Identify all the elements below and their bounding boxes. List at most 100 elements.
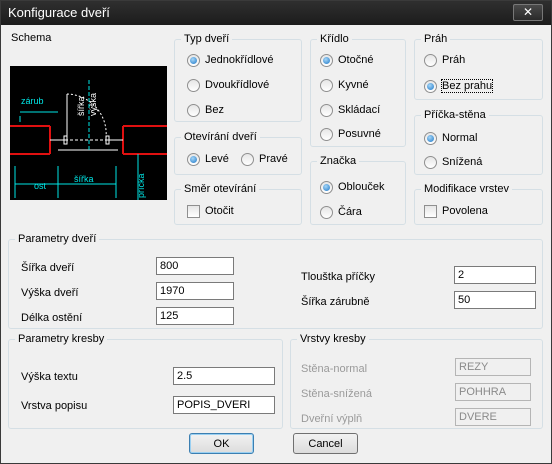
dim-zarub-text: zárub [21,96,44,106]
group-typ-dveri: Typ dveří Jednokřídlové Dvoukřídlové Bez [174,32,302,122]
option-label: Normal [442,132,478,144]
radio-bez-prahu[interactable]: Bez prahu [424,78,494,94]
radio-dvoukridlove[interactable]: Dvoukřídlové [187,77,269,93]
radio-indicator[interactable] [424,155,437,169]
input-stena-normal [455,358,531,376]
checkbox-indicator[interactable] [424,204,437,218]
label-vyska-dveri: Výška dveří [21,287,79,299]
group-title: Parametry kresby [15,332,108,346]
radio-cara[interactable]: Čára [320,204,362,220]
group-title: Příčka-stěna [421,108,489,122]
group-parametry-dveri: Parametry dveří Šířka dveří Výška dveří … [8,232,543,329]
radio-indicator[interactable] [320,180,333,194]
group-title: Značka [317,154,360,168]
group-title: Modifikace vrstev [421,182,512,196]
option-label: Otočné [338,54,374,66]
label-dverni-vypln: Dveřní výplň [301,413,363,425]
option-label: Bez prahu [440,79,494,93]
group-prah: Práh Práh Bez prahu [414,32,543,100]
radio-normal[interactable]: Normal [424,130,477,146]
label-sirka-zarubne: Šířka zárubně [301,296,370,308]
cancel-button[interactable]: Cancel [293,433,358,454]
label-vyska-textu: Výška textu [21,371,78,383]
label-stena-normal: Stěna-normal [301,363,368,375]
input-vyska-dveri[interactable] [156,282,234,300]
option-label: Pravé [259,153,288,165]
group-otevirani: Otevírání dveří Levé Pravé [174,130,302,175]
label-sirka-dveri: Šířka dveří [21,262,75,274]
radio-indicator[interactable] [424,79,437,93]
radio-indicator[interactable] [424,131,437,145]
radio-skladaci[interactable]: Skládací [320,102,380,118]
dim-pricka-text: příčka [136,173,146,198]
input-tloustka-pricky[interactable] [454,266,536,284]
radio-indicator[interactable] [187,78,200,92]
input-vrstva-popisu[interactable] [173,396,275,414]
label-stena-snizena: Stěna-snížená [301,388,372,400]
dialog-window: Konfigurace dveří ✕ Schema zárub ost šíř… [0,0,552,464]
radio-indicator[interactable] [320,127,333,141]
checkbox-povolena[interactable]: Povolena [424,203,488,219]
group-title: Vrstvy kresby [297,332,369,346]
radio-otocne[interactable]: Otočné [320,52,373,68]
window-title: Konfigurace dveří [8,5,110,20]
input-sirka-zarubne[interactable] [454,291,536,309]
option-label: Práh [442,54,466,66]
group-title: Typ dveří [181,32,233,46]
label-tloustka-pricky: Tlouštka příčky [301,271,375,283]
option-label: Čára [338,206,362,218]
dim-vyska-text: výška [88,93,98,116]
option-label: Levé [205,153,229,165]
dim-ost-text: ost [34,181,47,191]
checkbox-otocit[interactable]: Otočit [187,203,234,219]
group-title: Otevírání dveří [181,130,260,144]
close-button[interactable]: ✕ [513,4,543,21]
radio-oblouček[interactable]: Oblouček [320,179,384,195]
option-label: Oblouček [338,181,385,193]
option-label: Skládací [338,104,381,116]
input-stena-snizena [455,383,531,401]
radio-snizena[interactable]: Snížená [424,154,482,170]
radio-indicator[interactable] [320,103,333,117]
radio-bez[interactable]: Bez [187,102,224,118]
radio-leve[interactable]: Levé [187,151,229,167]
radio-prah[interactable]: Práh [424,52,465,68]
radio-indicator[interactable] [320,205,333,219]
group-pricka-stena: Příčka-stěna Normal Snížená [414,108,543,175]
radio-indicator[interactable] [424,53,437,67]
schema-title: Schema [11,32,52,44]
radio-indicator[interactable] [187,103,200,117]
input-delka-osteni[interactable] [156,307,234,325]
radio-jednokridlove[interactable]: Jednokřídlové [187,52,274,68]
input-vyska-textu[interactable] [173,367,275,385]
group-title: Práh [421,32,451,46]
close-icon: ✕ [522,5,534,19]
checkbox-indicator[interactable] [187,204,200,218]
radio-indicator[interactable] [320,78,333,92]
dim-sirka-vertical-text: šířka [76,96,86,116]
radio-indicator[interactable] [320,53,333,67]
group-title: Parametry dveří [15,232,100,246]
option-label: Povolena [442,205,488,217]
radio-prave[interactable]: Pravé [241,151,288,167]
radio-indicator[interactable] [187,53,200,67]
radio-posuvne[interactable]: Posuvné [320,126,381,142]
option-label: Dvoukřídlové [205,79,270,91]
ok-button[interactable]: OK [189,433,254,454]
title-bar[interactable]: Konfigurace dveří ✕ [1,1,551,25]
radio-indicator[interactable] [241,152,254,166]
group-title: Křídlo [317,32,352,46]
group-vrstvy-kresby: Vrstvy kresby Stěna-normal Stěna-snížená… [290,332,543,429]
group-modifikace: Modifikace vrstev Povolena [414,182,543,225]
option-label: Kyvné [338,79,369,91]
group-znacka: Značka Oblouček Čára [310,154,406,225]
label-delka-osteni: Délka ostění [21,312,83,324]
radio-indicator[interactable] [187,152,200,166]
group-kridlo: Křídlo Otočné Kyvné Skládací Posuvné [310,32,406,147]
radio-kyvne[interactable]: Kyvné [320,77,369,93]
input-sirka-dveri[interactable] [156,257,234,275]
group-parametry-kresby: Parametry kresby Výška textu Vrstva popi… [8,332,283,429]
option-label: Posuvné [338,128,381,140]
dim-sirka-text: šířka [74,174,94,184]
option-label: Snížená [442,156,483,168]
